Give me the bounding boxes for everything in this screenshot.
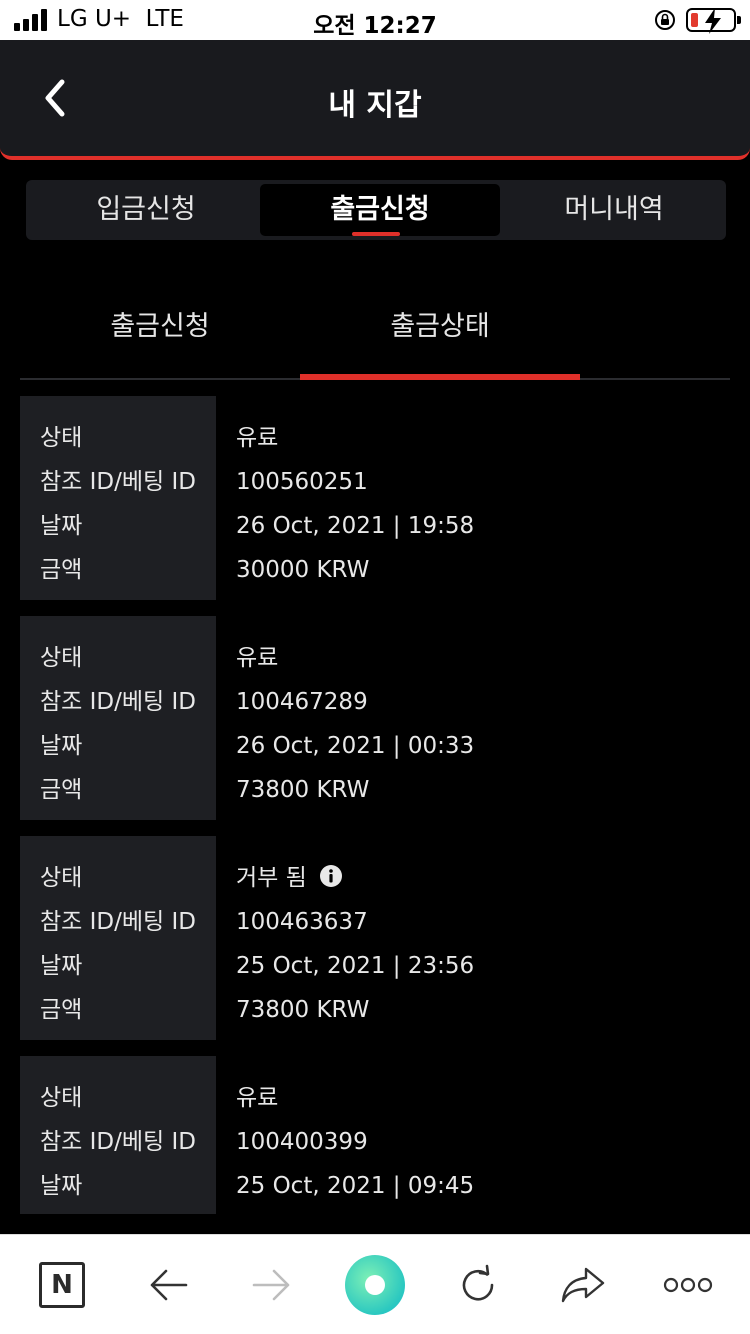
- ref-id-value: 100463637: [236, 909, 368, 935]
- tab-money-history[interactable]: 머니내역: [494, 184, 734, 236]
- active-tab-indicator: [352, 232, 400, 236]
- record-card: 상태 참조 ID/베팅 ID 날짜 금액 유료 100467289 26 Oct…: [20, 616, 730, 820]
- tab-label: 머니내역: [564, 194, 664, 225]
- withdrawal-records-list: 상태 참조 ID/베팅 ID 날짜 금액 유료 100560251 26 Oct…: [20, 396, 730, 1230]
- date-value: 26 Oct, 2021 | 00:33: [236, 733, 475, 759]
- app-header: 내 지갑: [0, 40, 750, 160]
- page: LG U+ LTE 오전 12:27 내 지갑 입금신청 출금신청 머니내역 출…: [0, 0, 750, 1334]
- page-title: 내 지갑: [328, 88, 422, 123]
- tab-deposit-request[interactable]: 입금신청: [26, 184, 266, 236]
- status-right: [654, 8, 741, 34]
- top-tab-bar: 입금신청 출금신청 머니내역: [26, 180, 726, 240]
- ref-id-value: 100400399: [236, 1129, 368, 1155]
- record-labels: 상태 참조 ID/베팅 ID 날짜 금액: [20, 616, 216, 820]
- status-value: 유료: [236, 425, 279, 451]
- date-label: 날짜: [40, 513, 83, 539]
- tab-label: 출금신청: [330, 194, 430, 225]
- record-values: 유료 100560251 26 Oct, 2021 | 19:58 30000 …: [216, 396, 474, 600]
- date-value: 26 Oct, 2021 | 19:58: [236, 513, 475, 539]
- record-labels: 상태 참조 ID/베팅 ID 날짜 금액: [20, 396, 216, 600]
- record-card: 상태 참조 ID/베팅 ID 날짜 금액 거부 됨 100463637 25 O…: [20, 836, 730, 1040]
- active-subtab-indicator: [300, 374, 580, 380]
- date-label: 날짜: [40, 953, 83, 979]
- green-dot-icon: [345, 1255, 405, 1315]
- ref-id-label: 참조 ID/베팅 ID: [40, 689, 196, 715]
- arrow-right-icon: [252, 1269, 290, 1301]
- status-value-row: 거부 됨: [236, 862, 474, 906]
- status-bar: LG U+ LTE 오전 12:27: [0, 0, 750, 40]
- status-value: 유료: [236, 645, 279, 671]
- subtab-withdraw-status[interactable]: 출금상태: [300, 304, 580, 343]
- status-label: 상태: [40, 1085, 83, 1111]
- refresh-icon: [462, 1264, 494, 1301]
- tab-withdraw-request[interactable]: 출금신청: [260, 184, 500, 236]
- forward-button[interactable]: [222, 1235, 322, 1334]
- battery-icon: [686, 8, 741, 34]
- amount-value: 73800 KRW: [236, 997, 370, 1023]
- back-button[interactable]: [118, 1235, 218, 1334]
- status-label: 상태: [40, 645, 83, 671]
- share-arrow-icon: [561, 1267, 605, 1303]
- naver-logo-icon: N: [39, 1262, 85, 1308]
- amount-value: 30000 KRW: [236, 557, 370, 583]
- browser-toolbar: N: [0, 1234, 750, 1334]
- ref-id-value: 100560251: [236, 469, 368, 495]
- ref-id-label: 참조 ID/베팅 ID: [40, 909, 196, 935]
- date-label: 날짜: [40, 1173, 83, 1199]
- home-orb-button[interactable]: [325, 1235, 425, 1334]
- record-values: 유료 100467289 26 Oct, 2021 | 00:33 73800 …: [216, 616, 474, 820]
- record-labels: 상태 참조 ID/베팅 ID 날짜: [20, 1056, 216, 1214]
- ref-id-label: 참조 ID/베팅 ID: [40, 469, 196, 495]
- record-values: 거부 됨 100463637 25 Oct, 2021 | 23:56 7380…: [216, 836, 474, 1040]
- status-value: 거부 됨: [236, 865, 307, 891]
- info-icon[interactable]: [320, 865, 343, 887]
- naver-home-button[interactable]: N: [12, 1235, 112, 1334]
- rotation-lock-icon: [655, 10, 675, 30]
- date-value: 25 Oct, 2021 | 23:56: [236, 953, 475, 979]
- amount-label: 금액: [40, 777, 83, 803]
- date-value: 25 Oct, 2021 | 09:45: [236, 1173, 475, 1199]
- share-button[interactable]: [533, 1235, 633, 1334]
- record-card: 상태 참조 ID/베팅 ID 날짜 금액 유료 100560251 26 Oct…: [20, 396, 730, 600]
- ref-id-label: 참조 ID/베팅 ID: [40, 1129, 196, 1155]
- amount-label: 금액: [40, 557, 83, 583]
- amount-label: 금액: [40, 997, 83, 1023]
- arrow-left-icon: [150, 1269, 188, 1301]
- amount-value: 73800 KRW: [236, 777, 370, 803]
- status-label: 상태: [40, 425, 83, 451]
- refresh-button[interactable]: [428, 1235, 528, 1334]
- sub-tab-bar: 출금신청 출금상태: [20, 286, 730, 380]
- more-button[interactable]: [638, 1235, 738, 1334]
- more-dots-icon: [663, 1277, 713, 1293]
- ref-id-value: 100467289: [236, 689, 368, 715]
- subtab-withdraw-request[interactable]: 출금신청: [20, 304, 300, 343]
- record-labels: 상태 참조 ID/베팅 ID 날짜 금액: [20, 836, 216, 1040]
- date-label: 날짜: [40, 733, 83, 759]
- status-label: 상태: [40, 865, 83, 891]
- tab-label: 입금신청: [96, 194, 196, 225]
- record-card: 상태 참조 ID/베팅 ID 날짜 유료 100400399 25 Oct, 2…: [20, 1056, 730, 1214]
- status-value: 유료: [236, 1085, 279, 1111]
- status-time: 오전 12:27: [313, 13, 437, 39]
- record-values: 유료 100400399 25 Oct, 2021 | 09:45: [216, 1056, 474, 1214]
